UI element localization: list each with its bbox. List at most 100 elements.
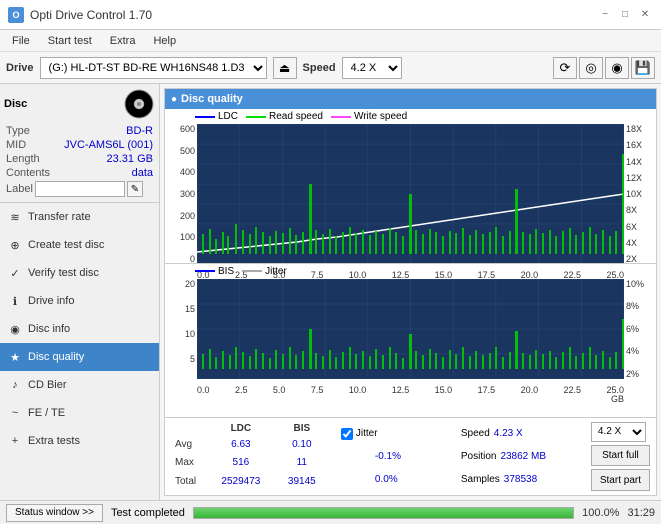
start-part-button[interactable]: Start part [591,469,650,491]
start-full-button[interactable]: Start full [591,445,650,467]
close-button[interactable]: ✕ [637,7,653,23]
bottom-chart-y-right: 10% 8% 6% 4% 2% [626,279,656,379]
menu-file[interactable]: File [4,33,38,49]
speed-row: Speed 4.23 X [461,428,579,439]
max-bis: 11 [275,454,329,473]
nav-extra-tests[interactable]: + Extra tests [0,427,159,455]
max-jitter-row: 0.0% [341,474,449,485]
col-header-ldc: LDC [207,422,275,435]
status-bar: Status window >> Test completed 100.0% 3… [0,500,661,524]
speed-selector[interactable]: 4.2 X [342,57,402,79]
menu-help[interactable]: Help [145,33,184,49]
disc-type-value: BD-R [126,125,153,137]
col-header-empty [171,422,207,435]
top-chart-y-left: 600 500 400 300 200 100 0 [167,124,195,264]
position-label: Position [461,451,497,462]
total-ldc: 2529473 [207,472,275,491]
nav-cd-bier-label: CD Bier [28,379,67,391]
jitter-legend: Jitter [242,266,287,277]
disc-length-value: 23.31 GB [107,153,153,165]
disc-label-input[interactable] [35,181,125,197]
nav-disc-info-label: Disc info [28,323,70,335]
avg-jitter-row: -0.1% [341,451,449,462]
status-time: 31:29 [627,507,655,519]
jitter-speed-section: Jitter -0.1% 0.0% [335,418,455,495]
nav-disc-quality[interactable]: ★ Disc quality [0,343,159,371]
read-speed-legend: Read speed [246,111,323,122]
nav-verify-test-disc[interactable]: ✓ Verify test disc [0,259,159,287]
maximize-button[interactable]: □ [617,7,633,23]
disc-section: Disc Type BD-R MID JVC-AMS6L (001) Lengt… [0,84,159,203]
bottom-chart-y-left: 20 15 10 5 [167,279,195,379]
status-percent: 100.0% [582,507,619,519]
speed-label: Speed [303,62,336,74]
minimize-button[interactable]: − [597,7,613,23]
eject-button[interactable]: ⏏ [273,57,297,79]
avg-label: Avg [171,435,207,454]
drive-toolbar: Drive (G:) HL-DT-ST BD-RE WH16NS48 1.D3 … [0,52,661,84]
jitter-checkbox[interactable] [341,428,353,440]
start-speed-selector[interactable]: 4.2 X [591,422,646,442]
cd-bier-icon: ♪ [8,378,22,392]
disc-button[interactable]: ◎ [579,57,603,79]
nav-transfer-rate[interactable]: ≋ Transfer rate [0,203,159,231]
nav-cd-bier[interactable]: ♪ CD Bier [0,371,159,399]
nav-disc-info[interactable]: ◉ Disc info [0,315,159,343]
bis-legend-label: BIS [218,266,234,277]
avg-ldc: 6.63 [207,435,275,454]
nav-disc-quality-label: Disc quality [28,351,84,363]
top-chart-svg [197,124,624,264]
bis-legend-color [195,270,215,272]
read-legend-color [246,116,266,118]
save-button[interactable]: 💾 [631,57,655,79]
burn-button[interactable]: ◉ [605,57,629,79]
menu-extra[interactable]: Extra [102,33,144,49]
stats-avg-row: Avg 6.63 0.10 [171,435,329,454]
status-window-button[interactable]: Status window >> [6,504,103,522]
start-buttons-section: 4.2 X Start full Start part [585,418,656,495]
write-legend-color [331,116,351,118]
speed-label-text: Speed [461,428,490,439]
stats-table: LDC BIS Avg 6.63 0.10 Max [171,422,329,491]
write-legend-label: Write speed [354,111,407,122]
jitter-label: Jitter [356,428,378,439]
menu-start-test[interactable]: Start test [40,33,100,49]
stats-max-row: Max 516 11 [171,454,329,473]
disc-type-row: Type BD-R [4,124,155,138]
nav-extra-tests-label: Extra tests [28,435,80,447]
disc-info-icon: ◉ [8,322,22,336]
nav-drive-info[interactable]: ℹ Drive info [0,287,159,315]
bottom-chart-x-unit: GB [611,394,624,404]
nav-section: ≋ Transfer rate ⊕ Create test disc ✓ Ver… [0,203,159,500]
status-text: Test completed [111,507,185,519]
nav-create-test-disc[interactable]: ⊕ Create test disc [0,231,159,259]
disc-label-row: Label ✎ [4,180,155,198]
toolbar-icons: ⟳ ◎ ◉ 💾 [553,57,655,79]
disc-title: Disc [4,98,27,110]
avg-jitter-value: -0.1% [375,451,401,462]
progress-bar-container [193,507,574,519]
disc-label-button[interactable]: ✎ [127,181,143,197]
drive-info-icon: ℹ [8,294,22,308]
max-ldc: 516 [207,454,275,473]
app-icon: O [8,7,24,23]
avg-bis: 0.10 [275,435,329,454]
nav-create-test-disc-label: Create test disc [28,239,104,251]
bottom-chart-svg [197,279,624,379]
disc-quality-icon: ★ [8,350,22,364]
jitter-legend-color [242,270,262,272]
sidebar: Disc Type BD-R MID JVC-AMS6L (001) Lengt… [0,84,160,500]
nav-fe-te[interactable]: ~ FE / TE [0,399,159,427]
verify-test-disc-icon: ✓ [8,266,22,280]
refresh-button[interactable]: ⟳ [553,57,577,79]
disc-contents-value: data [132,167,153,179]
samples-value: 378538 [504,474,537,485]
menu-bar: File Start test Extra Help [0,30,661,52]
max-label: Max [171,454,207,473]
drive-selector[interactable]: (G:) HL-DT-ST BD-RE WH16NS48 1.D3 [40,57,267,79]
jitter-legend-label: Jitter [265,266,287,277]
top-chart-y-right: 18X 16X 14X 12X 10X 8X 6X 4X 2X [626,124,656,264]
disc-mid-value: JVC-AMS6L (001) [64,139,153,151]
avg-jitter-spacer [341,451,371,462]
chart-title: Disc quality [181,93,243,105]
